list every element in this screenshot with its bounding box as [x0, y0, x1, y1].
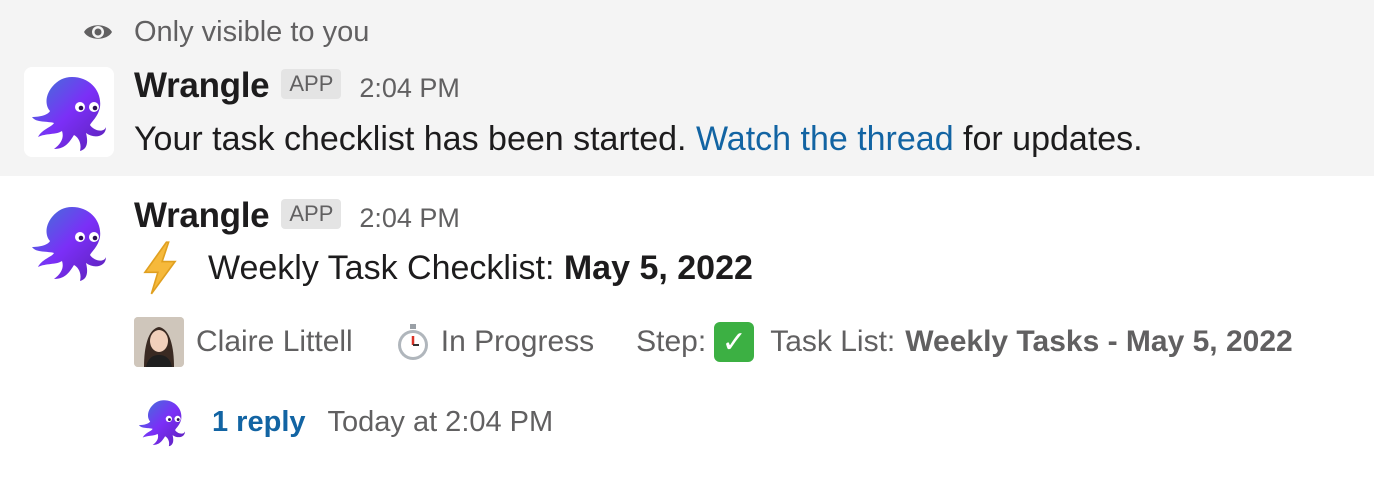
tasklist-label: Task List: [770, 325, 896, 358]
checklist-title-text: Weekly Task Checklist: May 5, 2022 [208, 249, 753, 288]
title-date: May 5, 2022 [563, 248, 753, 287]
timestamp[interactable]: 2:04 PM [359, 203, 460, 234]
user-avatar [134, 317, 184, 367]
wrangle-avatar[interactable] [24, 67, 114, 157]
wrangle-avatar[interactable] [24, 197, 114, 287]
status-text: In Progress [440, 325, 595, 358]
assignee-name[interactable]: Claire Littell [196, 325, 353, 359]
message-text: Your task checklist has been started. [134, 120, 696, 158]
visibility-notice: Only visible to you [82, 14, 369, 50]
checklist-title: Weekly Task Checklist: May 5, 2022 [134, 240, 753, 296]
user-photo-icon [134, 317, 184, 367]
octopus-logo-icon [138, 400, 186, 447]
sender-name[interactable]: Wrangle [134, 196, 270, 236]
title-prefix: Weekly Task Checklist: [208, 248, 564, 287]
message-text-end: for updates. [953, 120, 1143, 158]
message1-body: Your task checklist has been started. Wa… [134, 120, 1143, 159]
checkmark-icon: ✓ [714, 322, 755, 362]
reply-count-link[interactable]: 1 reply [212, 406, 306, 439]
message2-header: Wrangle APP 2:04 PM [134, 196, 460, 236]
visibility-text: Only visible to you [134, 15, 370, 48]
tasklist-value: Weekly Tasks - May 5, 2022 [905, 325, 1293, 358]
thread-summary[interactable]: 1 reply Today at 2:04 PM [134, 392, 553, 452]
message1-header: Wrangle APP 2:04 PM [134, 66, 460, 106]
checklist-context: Claire Littell In Progress Step: ✓ Task … [134, 316, 1293, 368]
watch-thread-link[interactable]: Watch the thread [696, 120, 954, 158]
timestamp[interactable]: 2:04 PM [359, 73, 460, 104]
stopwatch-icon [397, 324, 428, 360]
octopus-logo-icon [32, 77, 106, 151]
app-badge: APP [281, 199, 342, 229]
octopus-logo-icon [32, 207, 106, 281]
step-label: Step: [636, 325, 707, 358]
last-reply-time: Today at 2:04 PM [327, 405, 554, 438]
reply-avatar [134, 394, 190, 450]
app-badge: APP [281, 69, 342, 99]
sender-name[interactable]: Wrangle [134, 66, 270, 106]
lightning-bolt-icon [143, 241, 177, 295]
eye-icon [84, 25, 112, 39]
